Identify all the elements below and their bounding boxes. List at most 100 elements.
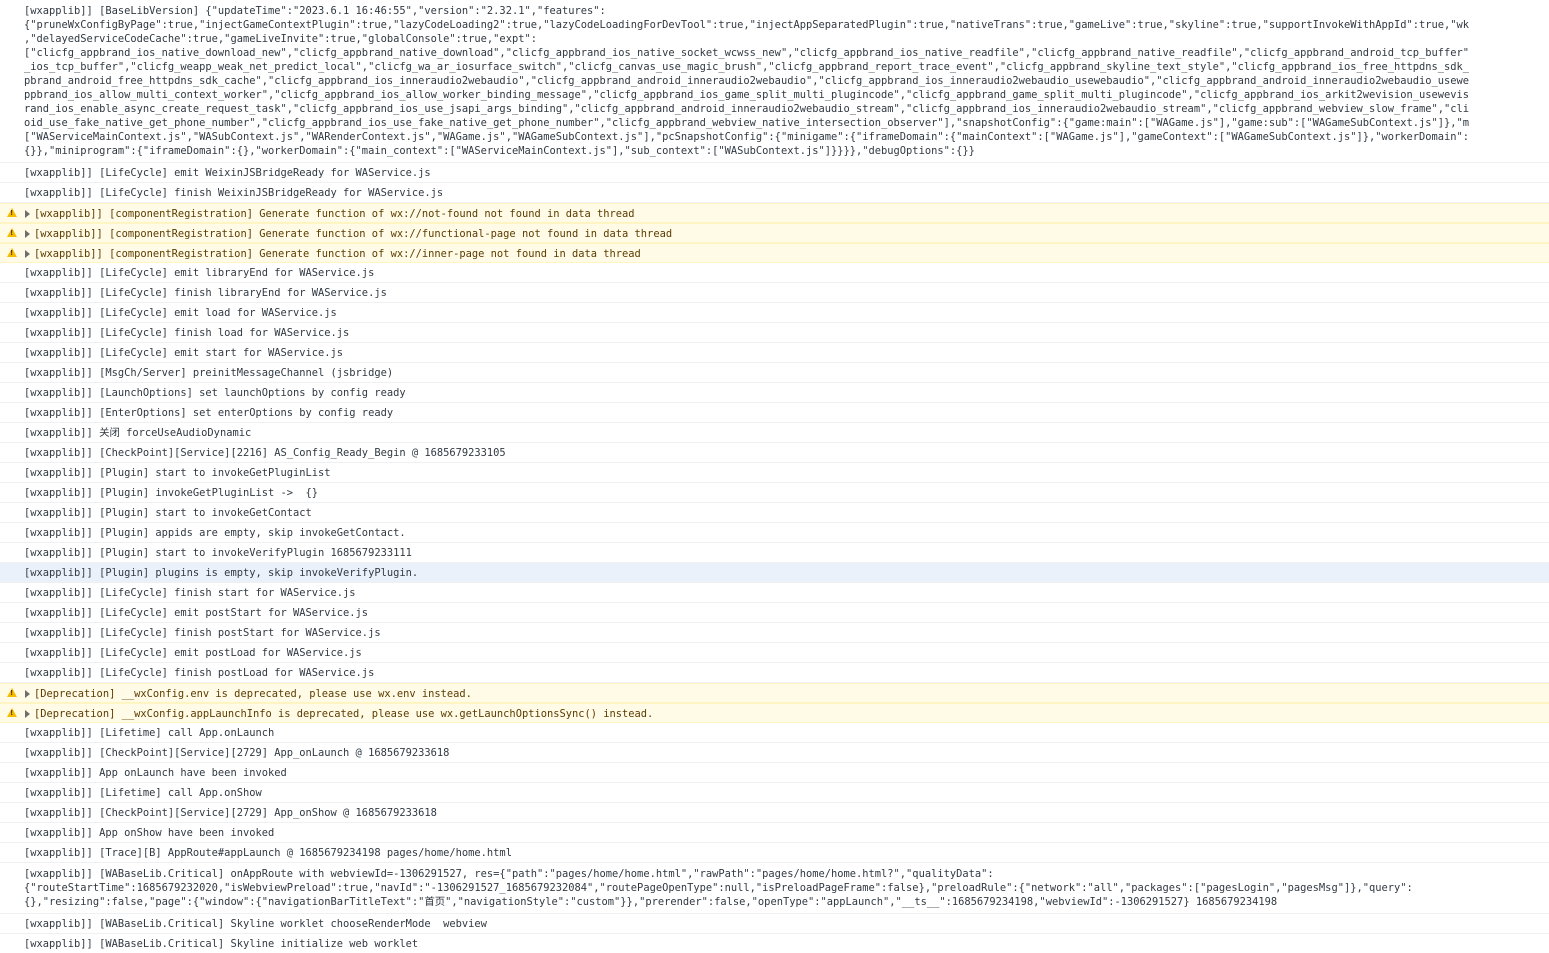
console-log-row[interactable]: [wxapplib]] [LifeCycle] finish libraryEn…	[0, 283, 1549, 303]
console-message-text: [Deprecation] __wxConfig.appLaunchInfo i…	[34, 708, 654, 720]
console-log-panel: [wxapplib]] [BaseLibVersion] {"updateTim…	[0, 0, 1549, 953]
console-log-row[interactable]: [wxapplib]] [Plugin] start to invokeVeri…	[0, 543, 1549, 563]
console-message-text: [Deprecation] __wxConfig.env is deprecat…	[34, 688, 472, 700]
console-message-text: [wxapplib]] [CheckPoint][Service][2216] …	[24, 447, 506, 459]
console-warning-row[interactable]: [wxapplib]] [componentRegistration] Gene…	[0, 203, 1549, 223]
expand-triangle-icon[interactable]	[25, 210, 30, 218]
console-log-row[interactable]: [wxapplib]] [WABaseLib.Critical] Skyline…	[0, 914, 1549, 934]
console-message-text: [wxapplib]] [LifeCycle] finish start for…	[24, 587, 356, 599]
console-log-row[interactable]: [wxapplib]] [Lifetime] call App.onShow	[0, 783, 1549, 803]
console-log-row[interactable]: [wxapplib]] [LifeCycle] emit WeixinJSBri…	[0, 163, 1549, 183]
console-message-text: [wxapplib]] [LifeCycle] emit postLoad fo…	[24, 647, 362, 659]
console-log-row[interactable]: [wxapplib]] [Plugin] start to invokeGetP…	[0, 463, 1549, 483]
console-message-text: [wxapplib]] [LifeCycle] emit start for W…	[24, 347, 344, 359]
console-message-line: ppbrand_ios_allow_multi_context_worker",…	[24, 89, 1470, 101]
console-log-row[interactable]: [wxapplib]] [LifeCycle] finish load for …	[0, 323, 1549, 343]
console-message-text: [wxapplib]] [LifeCycle] finish WeixinJSB…	[24, 187, 444, 199]
warning-icon	[7, 248, 17, 257]
console-log-row[interactable]: [wxapplib]] [LifeCycle] finish postStart…	[0, 623, 1549, 643]
console-message-text: [wxapplib]] [LifeCycle] finish load for …	[24, 327, 350, 339]
console-log-row[interactable]: [wxapplib]] [LifeCycle] emit start for W…	[0, 343, 1549, 363]
console-message-text: [wxapplib]] [LifeCycle] finish libraryEn…	[24, 287, 387, 299]
console-message-text: [wxapplib]] [Plugin] start to invokeGetP…	[24, 467, 331, 479]
console-message-text: [wxapplib]] [CheckPoint][Service][2729] …	[24, 807, 437, 819]
console-log-row[interactable]: [wxapplib]] [Plugin] invokeGetPluginList…	[0, 483, 1549, 503]
console-message-text: [wxapplib]] [LifeCycle] finish postLoad …	[24, 667, 375, 679]
console-log-row[interactable]: [wxapplib]] [LifeCycle] emit load for WA…	[0, 303, 1549, 323]
console-log-row[interactable]: [wxapplib]] [LifeCycle] emit libraryEnd …	[0, 263, 1549, 283]
console-log-row[interactable]: [wxapplib]] 关闭 forceUseAudioDynamic	[0, 423, 1549, 443]
console-log-row[interactable]: [wxapplib]] [LifeCycle] emit postLoad fo…	[0, 643, 1549, 663]
console-message-line: ["clicfg_appbrand_ios_native_download_ne…	[24, 47, 1470, 59]
console-message-text: [wxapplib]] [LifeCycle] emit libraryEnd …	[24, 267, 375, 279]
console-log-row[interactable]: [wxapplib]] [Plugin] plugins is empty, s…	[0, 563, 1549, 583]
console-message-line: pbrand_android_free_httpdns_sdk_cache","…	[24, 75, 1470, 87]
console-message-line: oid_use_fake_native_get_phone_number","c…	[24, 117, 1470, 129]
console-log-row[interactable]: [wxapplib]] [CheckPoint][Service][2216] …	[0, 443, 1549, 463]
console-log-row[interactable]: [wxapplib]] [CheckPoint][Service][2729] …	[0, 743, 1549, 763]
console-log-row[interactable]: [wxapplib]] [LaunchOptions] set launchOp…	[0, 383, 1549, 403]
console-log-row[interactable]: [wxapplib]] [LifeCycle] finish WeixinJSB…	[0, 183, 1549, 203]
console-log-row[interactable]: [wxapplib]] App onShow have been invoked	[0, 823, 1549, 843]
console-log-row[interactable]: [wxapplib]] [WABaseLib.Critical] Skyline…	[0, 934, 1549, 953]
console-message-text: [wxapplib]] [LifeCycle] finish postStart…	[24, 627, 381, 639]
console-message-text: [wxapplib]] [WABaseLib.Critical] Skyline…	[24, 938, 419, 950]
console-message-line: {"routeStartTime":1685679232020,"isWebvi…	[24, 882, 1413, 894]
console-log-row[interactable]: [wxapplib]] [MsgCh/Server] preinitMessag…	[0, 363, 1549, 383]
console-warning-row[interactable]: [Deprecation] __wxConfig.appLaunchInfo i…	[0, 703, 1549, 723]
console-message-text: [wxapplib]] [componentRegistration] Gene…	[34, 228, 673, 240]
console-message-text: [wxapplib]] [Lifetime] call App.onShow	[24, 787, 262, 799]
expand-triangle-icon[interactable]	[25, 690, 30, 698]
console-log-row[interactable]: [wxapplib]] [CheckPoint][Service][2729] …	[0, 803, 1549, 823]
console-message-text: [wxapplib]] [LifeCycle] emit WeixinJSBri…	[24, 167, 431, 179]
warning-icon	[7, 208, 17, 217]
console-message-line: _ios_tcp_buffer","clicfg_weapp_weak_net_…	[24, 61, 1470, 73]
console-message-text: [wxapplib]] [LifeCycle] emit postStart f…	[24, 607, 369, 619]
console-message-line: ["WAServiceMainContext.js","WASubContext…	[24, 131, 1470, 143]
console-message-line: [wxapplib]] [WABaseLib.Critical] onAppRo…	[24, 868, 994, 880]
console-message-text: [wxapplib]] App onLaunch have been invok…	[24, 767, 287, 779]
console-message-text: [wxapplib]] [Plugin] invokeGetPluginList…	[24, 487, 319, 499]
console-log-row[interactable]: [wxapplib]] [WABaseLib.Critical] onAppRo…	[0, 863, 1549, 914]
console-message-text: [wxapplib]] [WABaseLib.Critical] Skyline…	[24, 918, 487, 930]
console-log-row[interactable]: [wxapplib]] [LifeCycle] emit postStart f…	[0, 603, 1549, 623]
expand-triangle-icon[interactable]	[25, 230, 30, 238]
warning-icon	[7, 708, 17, 717]
console-message-text: [wxapplib]] [EnterOptions] set enterOpti…	[24, 407, 394, 419]
console-message-text: [wxapplib]] [LaunchOptions] set launchOp…	[24, 387, 406, 399]
console-warning-row[interactable]: [wxapplib]] [componentRegistration] Gene…	[0, 243, 1549, 263]
console-message-text: [wxapplib]] [MsgCh/Server] preinitMessag…	[24, 367, 394, 379]
expand-triangle-icon[interactable]	[25, 250, 30, 258]
expand-triangle-icon[interactable]	[25, 710, 30, 718]
console-log-row[interactable]: [wxapplib]] App onLaunch have been invok…	[0, 763, 1549, 783]
console-message-text: [wxapplib]] [Plugin] start to invokeVeri…	[24, 547, 412, 559]
console-message-text: [wxapplib]] [componentRegistration] Gene…	[34, 208, 635, 220]
warning-icon	[7, 688, 17, 697]
console-message-text: [wxapplib]] [Plugin] start to invokeGetC…	[24, 507, 312, 519]
console-message-text: [wxapplib]] [Plugin] plugins is empty, s…	[24, 567, 419, 579]
console-message-text: [wxapplib]] [Plugin] appids are empty, s…	[24, 527, 406, 539]
console-message-text: [wxapplib]] [Lifetime] call App.onLaunch	[24, 727, 275, 739]
console-warning-row[interactable]: [wxapplib]] [componentRegistration] Gene…	[0, 223, 1549, 243]
console-log-row[interactable]: [wxapplib]] [Lifetime] call App.onLaunch	[0, 723, 1549, 743]
console-message-line: {}},"miniprogram":{"iframeDomain":{},"wo…	[24, 145, 975, 157]
console-log-row[interactable]: [wxapplib]] [LifeCycle] finish postLoad …	[0, 663, 1549, 683]
console-message-line: {},"resizing":false,"page":{"window":{"n…	[24, 896, 1278, 908]
console-message-line: rand_ios_enable_async_create_request_tas…	[24, 103, 1470, 115]
console-message-line: [wxapplib]] [BaseLibVersion] {"updateTim…	[24, 5, 606, 17]
console-message-line: ,"delayedServiceCodeCache":true,"gameLiv…	[24, 33, 537, 45]
console-message-line: {"pruneWxConfigByPage":true,"injectGameC…	[24, 19, 1470, 31]
console-message-text: [wxapplib]] App onShow have been invoked	[24, 827, 275, 839]
console-log-row[interactable]: [wxapplib]] [Trace][B] AppRoute#appLaunc…	[0, 843, 1549, 863]
console-message-text: [wxapplib]] [CheckPoint][Service][2729] …	[24, 747, 450, 759]
console-log-row[interactable]: [wxapplib]] [BaseLibVersion] {"updateTim…	[0, 0, 1549, 163]
console-message-text: [wxapplib]] [componentRegistration] Gene…	[34, 248, 641, 260]
console-message-text: [wxapplib]] [Trace][B] AppRoute#appLaunc…	[24, 847, 512, 859]
console-message-text: [wxapplib]] [LifeCycle] emit load for WA…	[24, 307, 337, 319]
warning-icon	[7, 228, 17, 237]
console-log-row[interactable]: [wxapplib]] [Plugin] start to invokeGetC…	[0, 503, 1549, 523]
console-warning-row[interactable]: [Deprecation] __wxConfig.env is deprecat…	[0, 683, 1549, 703]
console-log-row[interactable]: [wxapplib]] [LifeCycle] finish start for…	[0, 583, 1549, 603]
console-log-row[interactable]: [wxapplib]] [EnterOptions] set enterOpti…	[0, 403, 1549, 423]
console-log-row[interactable]: [wxapplib]] [Plugin] appids are empty, s…	[0, 523, 1549, 543]
